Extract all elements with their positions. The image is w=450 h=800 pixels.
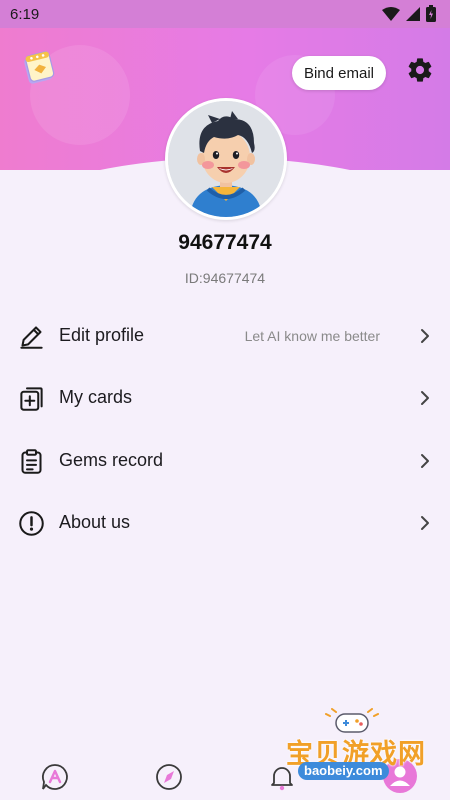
avatar[interactable]	[165, 98, 287, 220]
username: 94677474	[178, 231, 272, 254]
ai-chat-icon[interactable]	[40, 762, 70, 792]
menu-label-about-us: About us	[59, 512, 131, 532]
watermark: 宝贝游戏网 baobeiy.com	[276, 708, 436, 798]
status-bar: 6:19	[0, 0, 450, 28]
status-icons	[382, 5, 436, 22]
menu-label-edit-profile: Edit profile	[59, 325, 145, 345]
cards-icon	[20, 387, 43, 411]
watermark-url: baobeiy.com	[298, 762, 389, 780]
settings-gear-icon[interactable]	[406, 56, 434, 84]
edit-pencil-icon	[20, 326, 43, 349]
menu-label-gems-record: Gems record	[59, 450, 164, 470]
status-time: 6:19	[10, 6, 40, 23]
wifi-icon	[382, 6, 400, 21]
info-exclamation-icon	[19, 511, 44, 536]
app-logo-icon[interactable]	[20, 50, 56, 86]
menu-label-my-cards: My cards	[59, 387, 133, 407]
battery-icon	[426, 5, 436, 22]
menu-item-gems-record[interactable]: Gems record	[0, 433, 450, 489]
menu-item-about-us[interactable]: About us	[0, 495, 450, 551]
chevron-right-icon	[421, 454, 429, 468]
bind-email-button[interactable]: Bind email	[292, 56, 386, 90]
chevron-right-icon	[421, 516, 429, 530]
user-id: ID:94677474	[184, 270, 266, 286]
clipboard-icon	[21, 449, 42, 474]
compass-icon[interactable]	[154, 762, 184, 792]
signal-icon	[406, 6, 420, 21]
avatar-illustration	[168, 101, 284, 217]
menu-hint-edit-profile: Let AI know me better	[244, 328, 380, 344]
menu-item-edit-profile[interactable]: Edit profile Let AI know me better	[0, 308, 450, 364]
chevron-right-icon	[421, 329, 429, 343]
menu-item-my-cards[interactable]: My cards	[0, 370, 450, 426]
chevron-right-icon	[421, 391, 429, 405]
